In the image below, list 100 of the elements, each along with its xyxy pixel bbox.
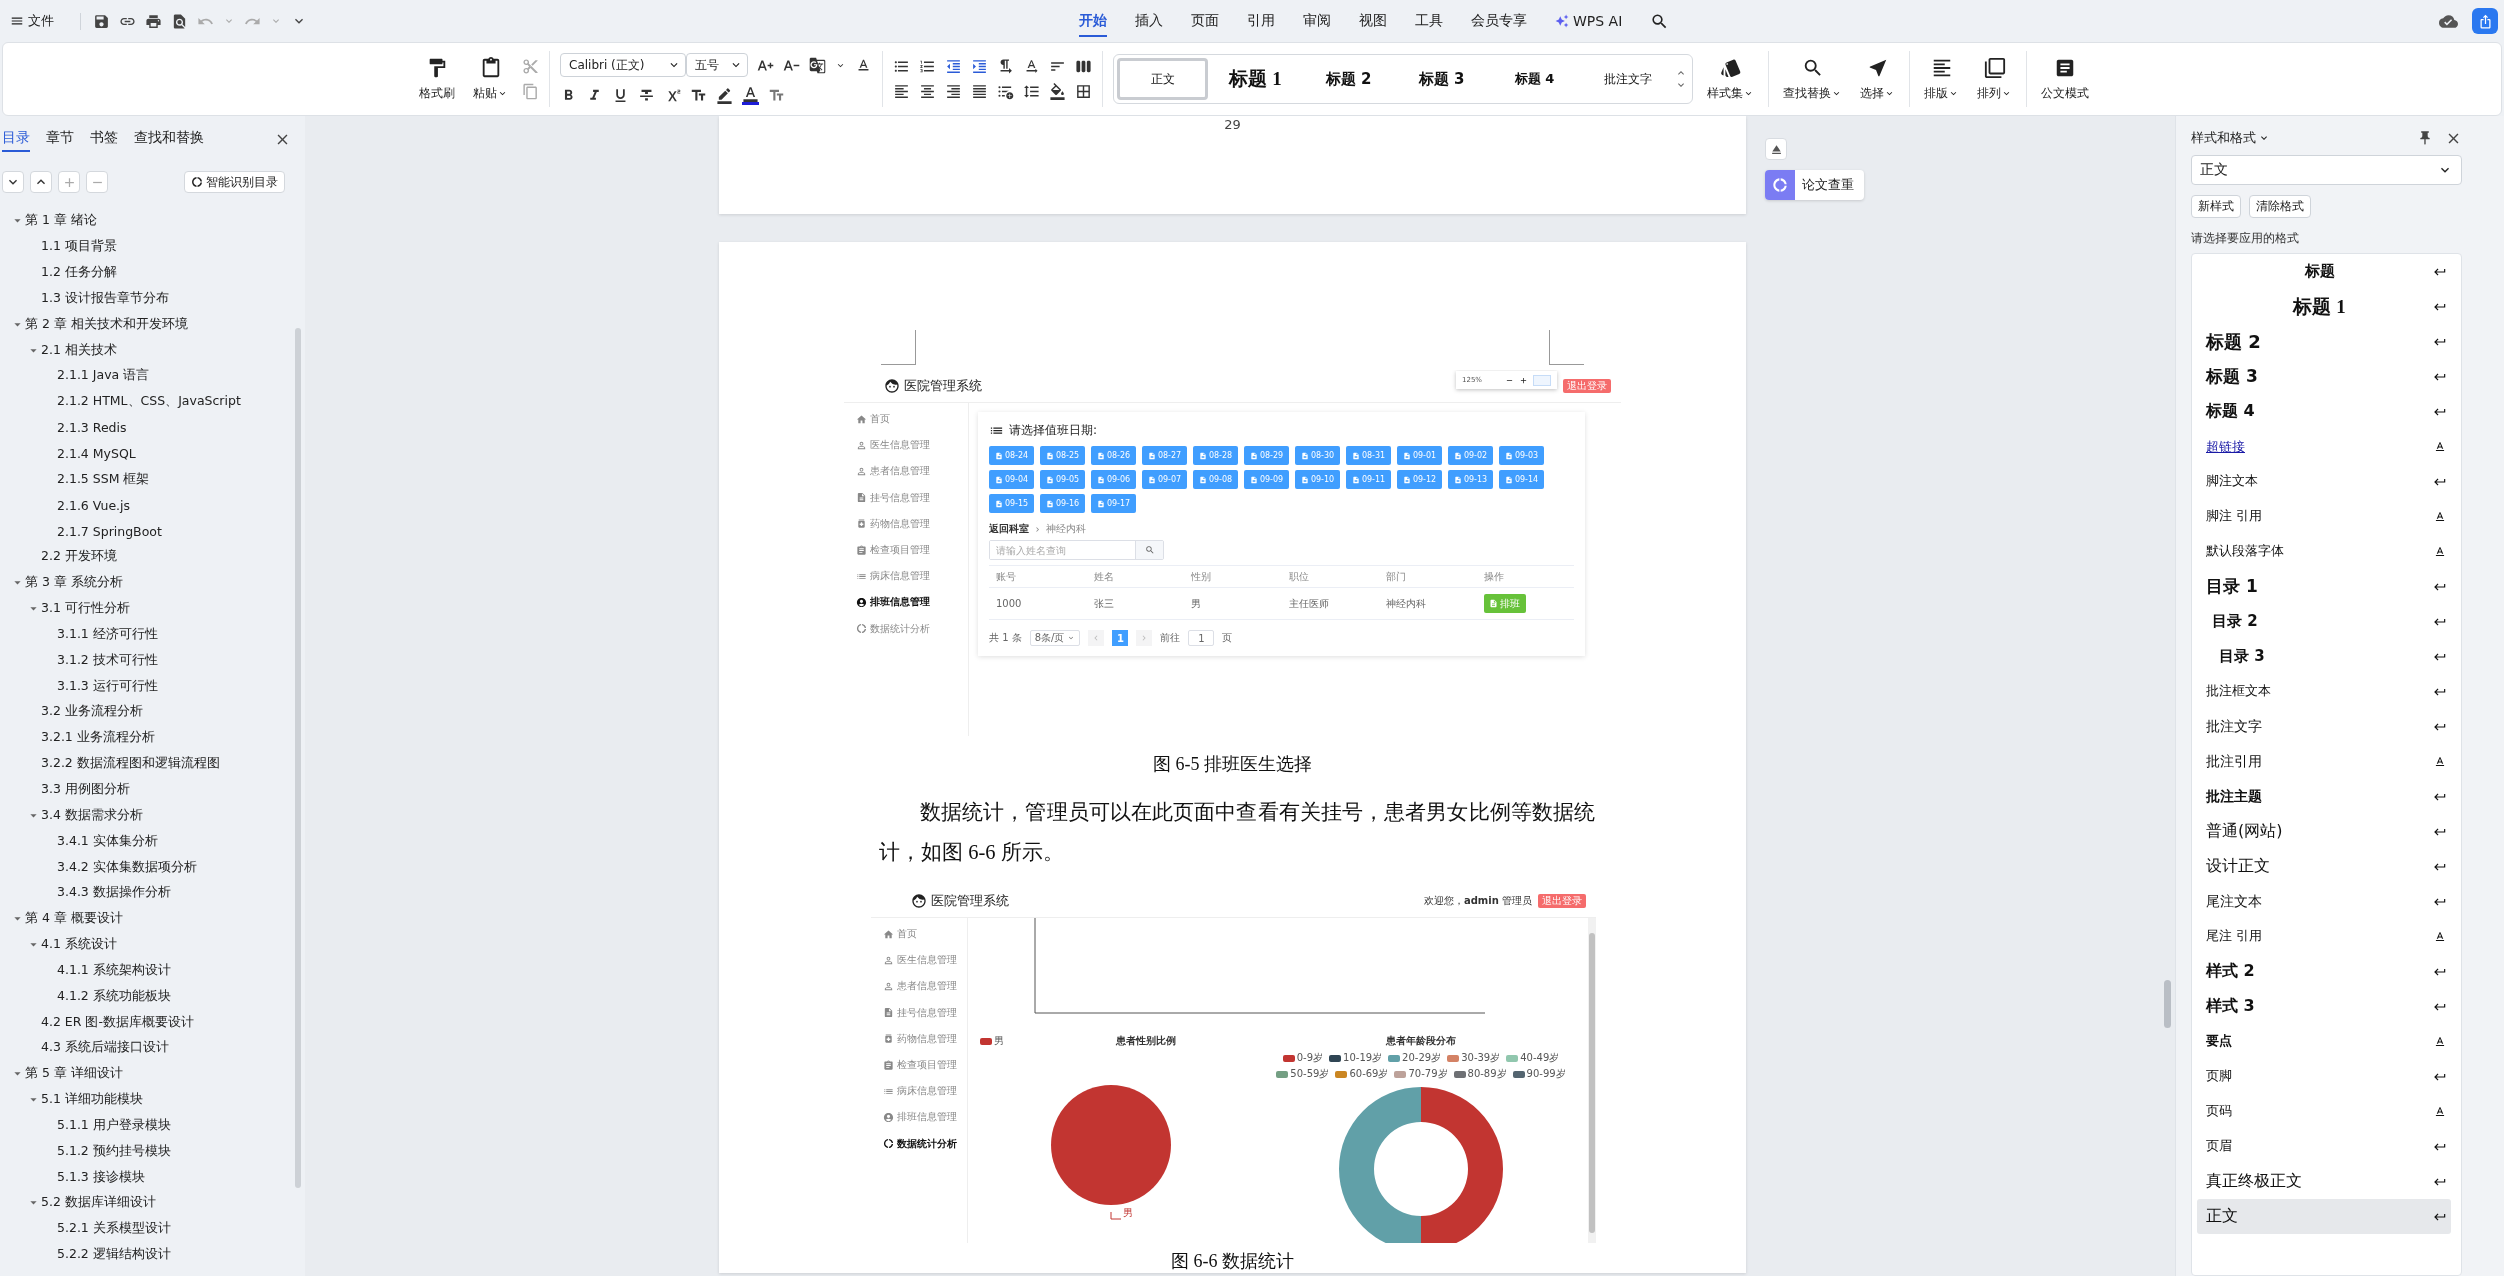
- panel-title[interactable]: 样式和格式: [2191, 129, 2270, 147]
- app-menu-item[interactable]: 排班信息管理: [844, 589, 968, 616]
- toc-item[interactable]: 2.1.6 Vue.js: [0, 492, 287, 519]
- toc-item[interactable]: 3.1.3 运行可行性: [0, 673, 287, 700]
- find-replace-button[interactable]: 查找替换: [1779, 54, 1846, 104]
- style-item[interactable]: 目录 2: [2197, 604, 2451, 639]
- plagiarism-check-button[interactable]: 论文查重: [1765, 170, 1864, 200]
- plus-icon[interactable]: [1519, 375, 1528, 385]
- highlighter-icon[interactable]: [716, 86, 733, 104]
- toc-item[interactable]: 3.4 数据需求分析: [0, 802, 287, 829]
- ribbon-tab[interactable]: 会员专享: [1471, 5, 1527, 37]
- style-item[interactable]: 尾注 引用: [2197, 919, 2451, 954]
- ribbon-tab[interactable]: 页面: [1191, 5, 1219, 37]
- toc-item[interactable]: 4.3 系统后端接口设计: [0, 1035, 287, 1061]
- style-item[interactable]: 默认段落字体: [2197, 534, 2451, 569]
- justify-icon[interactable]: [971, 83, 988, 100]
- stacked-squares-icon[interactable]: [1983, 56, 2006, 79]
- style-item[interactable]: 页码: [2197, 1094, 2451, 1129]
- style-item[interactable]: 标题 2: [2197, 324, 2451, 359]
- toc-item[interactable]: 1.1 项目背景: [0, 233, 287, 260]
- toc-item[interactable]: 第 4 章 概要设计: [0, 905, 287, 932]
- toc-item[interactable]: 2.1 相关技术: [0, 337, 287, 364]
- app-menu-item[interactable]: 检查项目管理: [844, 536, 968, 564]
- toc-item[interactable]: 3.1.1 经济可行性: [0, 621, 287, 648]
- app-menu-item[interactable]: 病床信息管理: [871, 1078, 967, 1105]
- select-button[interactable]: 选择: [1856, 54, 1899, 104]
- quick-style[interactable]: 正文: [1117, 58, 1208, 100]
- print-icon[interactable]: [145, 12, 162, 30]
- toc-item[interactable]: 第 5 章 详细设计: [0, 1060, 287, 1087]
- toc-item[interactable]: 2.1.7 SpringBoot: [0, 518, 287, 544]
- logo-icon[interactable]: [1772, 177, 1788, 193]
- toc-item[interactable]: 5.1.2 预约挂号模块: [0, 1138, 287, 1165]
- toc-item[interactable]: 2.1.5 SSM 框架: [0, 466, 287, 493]
- ribbon-tab[interactable]: WPS AI: [1555, 6, 1623, 36]
- arrange-button[interactable]: 排列: [1973, 54, 2016, 104]
- toc-item[interactable]: 3.2.2 数据流程图和逻辑流程图: [0, 750, 287, 777]
- align-right-icon[interactable]: [945, 83, 962, 100]
- toc-item[interactable]: 3.1 可行性分析: [0, 595, 287, 622]
- toc-item[interactable]: 2.1.4 MySQL: [0, 440, 287, 467]
- panel-tab[interactable]: 章节: [46, 126, 74, 152]
- scrollbar-thumb[interactable]: [2164, 980, 2171, 1028]
- scrollbar-thumb[interactable]: [1589, 933, 1595, 1233]
- ribbon-tab[interactable]: 审阅: [1303, 5, 1331, 37]
- app-menu-item[interactable]: 挂号信息管理: [871, 999, 967, 1026]
- app-menu-item[interactable]: 排班信息管理: [871, 1104, 967, 1131]
- toc-item[interactable]: 4.1.2 系统功能板块: [0, 983, 287, 1010]
- sparkle-icon[interactable]: [1555, 13, 1569, 28]
- toc-item[interactable]: 2.2 开发环境: [0, 543, 287, 570]
- style-set-button[interactable]: 样式集: [1703, 54, 1758, 104]
- toc-item[interactable]: 2.1.3 Redis: [0, 414, 287, 441]
- app-menu-item[interactable]: 患者信息管理: [844, 458, 968, 485]
- app-menu-item[interactable]: 数据统计分析: [871, 1130, 967, 1157]
- style-item[interactable]: 页脚: [2197, 1059, 2451, 1094]
- style-item[interactable]: 目录 3: [2197, 639, 2451, 674]
- ribbon-tab[interactable]: 工具: [1415, 5, 1443, 37]
- toc-item[interactable]: 3.2 业务流程分析: [0, 699, 287, 725]
- paste-button[interactable]: 粘贴: [469, 54, 512, 104]
- toc-item[interactable]: 5.1.1 用户登录模块: [0, 1112, 287, 1139]
- share-button[interactable]: [2472, 8, 2498, 34]
- toc-item[interactable]: 第 2 章 相关技术和开发环境: [0, 311, 287, 338]
- toc-item[interactable]: 3.4.2 实体集数据项分析: [0, 854, 287, 880]
- toc-item[interactable]: 第 1 章 绪论: [0, 208, 287, 234]
- toc-item[interactable]: 4.2 ER 图-数据库概要设计: [0, 1009, 287, 1035]
- save-icon[interactable]: [93, 12, 110, 30]
- panel-tab[interactable]: 查找和替换: [134, 126, 204, 152]
- style-item[interactable]: 标题 1: [2197, 289, 2451, 324]
- app-menu-item[interactable]: 患者信息管理: [871, 973, 967, 1000]
- panel-tab[interactable]: 书签: [90, 126, 118, 152]
- toc-item[interactable]: 1.2 任务分解: [0, 259, 287, 286]
- style-item[interactable]: 设计正文: [2197, 849, 2451, 884]
- toc-item[interactable]: 3.1.2 技术可行性: [0, 647, 287, 674]
- app-menu-item[interactable]: 挂号信息管理: [844, 484, 968, 511]
- smart-toc-button[interactable]: 智能识别目录: [184, 171, 285, 193]
- app-menu-item[interactable]: 数据统计分析: [844, 615, 968, 642]
- font-name-select[interactable]: Calibri (正文): [560, 53, 686, 77]
- toc-item[interactable]: 2.1.2 HTML、CSS、JavaScript: [0, 388, 287, 415]
- align-left-icon[interactable]: [893, 83, 910, 100]
- ring-icon[interactable]: [191, 176, 203, 188]
- style-item[interactable]: 正文: [2197, 1199, 2451, 1234]
- ribbon-tab[interactable]: 开始: [1079, 5, 1107, 37]
- app-menu-item[interactable]: 医生信息管理: [844, 432, 968, 459]
- page-size-select[interactable]: 8条/页: [1029, 630, 1081, 646]
- toc-item[interactable]: 5.2 数据库详细设计: [0, 1190, 287, 1216]
- current-style-select[interactable]: 正文: [2191, 155, 2462, 185]
- font-color-icon[interactable]: [742, 85, 759, 102]
- style-item[interactable]: 脚注 引用: [2197, 499, 2451, 534]
- toc-item[interactable]: 第 3 章 系统分析: [0, 569, 287, 596]
- borders-icon[interactable]: [1075, 83, 1092, 100]
- typeset-button[interactable]: 排版: [1920, 54, 1963, 104]
- font-size-select[interactable]: 五号: [686, 53, 748, 77]
- app-menu-item[interactable]: 药物信息管理: [844, 510, 968, 537]
- columns-icon[interactable]: [1075, 58, 1092, 75]
- app-menu-item[interactable]: 医生信息管理: [871, 947, 967, 974]
- bullet-list-icon[interactable]: [893, 58, 910, 75]
- toc-item[interactable]: 5.1 详细功能模块: [0, 1086, 287, 1113]
- style-item[interactable]: 真正终极正文: [2197, 1164, 2451, 1199]
- toc-item[interactable]: 5.2.2 逻辑结构设计: [0, 1241, 287, 1268]
- fill-icon[interactable]: [1049, 83, 1066, 100]
- style-item[interactable]: 目录 1: [2197, 569, 2451, 604]
- style-item[interactable]: 尾注文本: [2197, 884, 2451, 919]
